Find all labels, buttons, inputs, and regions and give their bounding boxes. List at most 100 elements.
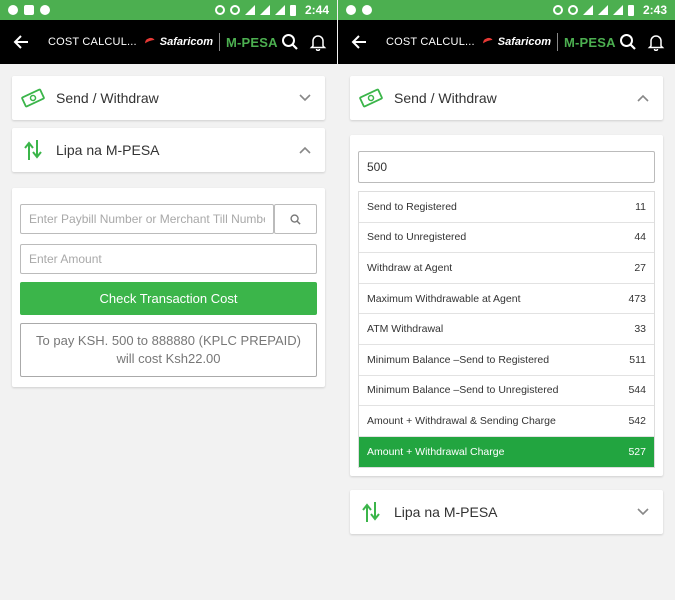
alarm-icon [567, 5, 578, 15]
charge-row[interactable]: Maximum Withdrawable at Agent 473 [359, 284, 654, 315]
lipa-header[interactable]: Lipa na M-PESA [12, 128, 325, 172]
status-time: 2:43 [642, 3, 667, 17]
amount-input[interactable]: 500 [358, 151, 655, 183]
charge-row[interactable]: Minimum Balance –Send to Registered 511 [359, 345, 654, 376]
send-withdraw-section: Send / Withdraw [350, 76, 663, 120]
lipa-label: Lipa na M-PESA [394, 504, 498, 521]
charge-value: 511 [629, 353, 646, 366]
charge-label: Amount + Withdrawal Charge [367, 446, 505, 459]
charge-value: 44 [634, 231, 646, 244]
search-icon [282, 34, 298, 50]
paybill-input[interactable] [20, 204, 275, 234]
charges-list: Send to Registered 11 Send to Unregistered… [358, 191, 655, 469]
charge-label: Minimum Balance –Send to Unregistered [367, 384, 559, 397]
lipa-label: Lipa na M-PESA [56, 142, 160, 158]
transfer-arrows-icon [358, 499, 384, 525]
charge-label: Withdraw at Agent [367, 261, 453, 274]
check-transaction-cost-button[interactable]: Check Transaction Cost [20, 282, 317, 315]
app-bar: COST CALCUL... Safaricom M-PESA [0, 20, 337, 64]
battery-icon [289, 4, 296, 16]
charge-row[interactable]: Withdraw at Agent 27 [359, 253, 654, 284]
charge-row[interactable]: Amount + Withdrawal & Sending Charge 542 [359, 406, 654, 437]
money-icon [358, 85, 384, 111]
dnd-icon [214, 5, 225, 15]
charge-value: 473 [628, 292, 646, 305]
signal-icon [597, 5, 608, 15]
safaricom-logo: Safaricom [497, 36, 551, 48]
lipa-section: Lipa na M-PESA [350, 490, 663, 535]
send-withdraw-label: Send / Withdraw [394, 90, 497, 106]
send-withdraw-header[interactable]: Send / Withdraw [12, 76, 325, 120]
charge-value: 542 [628, 414, 646, 427]
chevron-up-icon [297, 142, 313, 158]
search-icon [620, 34, 636, 50]
dnd-icon [552, 5, 563, 15]
charge-label: Send to Registered [367, 200, 457, 213]
charge-value: 33 [634, 323, 646, 336]
page-title: COST CALCUL... [386, 36, 475, 48]
charge-label: Send to Unregistered [367, 231, 467, 244]
charge-value: 527 [628, 446, 646, 459]
charge-row[interactable]: Send to Registered 11 [359, 192, 654, 223]
transfer-arrows-icon [20, 137, 46, 163]
back-button[interactable] [8, 29, 34, 55]
chevron-up-icon [635, 90, 651, 106]
send-withdraw-section: Send / Withdraw [12, 76, 325, 120]
battery-icon [627, 4, 634, 16]
charge-row[interactable]: Send to Unregistered 44 [359, 223, 654, 254]
lipa-section: Lipa na M-PESA [12, 128, 325, 172]
signal-icon-2 [612, 5, 623, 15]
charge-value: 27 [634, 261, 646, 274]
charge-row[interactable]: ATM Withdrawal 33 [359, 314, 654, 345]
brand-logo: Safaricom M-PESA [481, 33, 616, 51]
app-bar: COST CALCUL... Safaricom M-PESA [338, 20, 675, 64]
send-withdraw-panel: 500 Send to Registered 11 Send to Unregist… [350, 135, 663, 477]
send-withdraw-header[interactable]: Send / Withdraw [350, 76, 663, 120]
mpesa-logo: M-PESA [564, 34, 616, 50]
arrow-left-icon [351, 35, 366, 49]
status-time: 2:44 [304, 3, 329, 17]
charge-value: 544 [628, 384, 646, 397]
amount-input[interactable] [20, 244, 317, 274]
bell-icon [309, 35, 327, 51]
notifications-button[interactable] [645, 31, 667, 53]
bell-icon [647, 35, 665, 51]
wifi-icon [244, 5, 255, 15]
paybill-search-button[interactable] [274, 204, 317, 234]
charge-label: Maximum Withdrawable at Agent [367, 292, 521, 305]
result-line-1: To pay KSH. 500 to 888880 (KPLC PREPAID) [36, 333, 301, 348]
result-line-2: will cost Ksh22.00 [116, 351, 221, 366]
status-bar: 2:43 [338, 0, 675, 20]
brand-logo: Safaricom M-PESA [143, 33, 278, 51]
lipa-panel: Check Transaction Cost To pay KSH. 500 t… [12, 188, 325, 387]
spotify-icon [346, 5, 356, 15]
charge-label: Amount + Withdrawal & Sending Charge [367, 414, 556, 427]
back-button[interactable] [346, 29, 372, 55]
search-button[interactable] [279, 31, 301, 53]
safaricom-swoosh-icon [143, 36, 156, 48]
charge-label: ATM Withdrawal [367, 323, 444, 336]
charge-value: 11 [635, 200, 646, 213]
lipa-header[interactable]: Lipa na M-PESA [350, 490, 663, 534]
transaction-result: To pay KSH. 500 to 888880 (KPLC PREPAID)… [20, 323, 317, 377]
mpesa-logo: M-PESA [226, 34, 278, 50]
safaricom-swoosh-icon [481, 36, 494, 48]
money-icon [20, 85, 46, 111]
notifications-button[interactable] [307, 31, 329, 53]
charge-label: Minimum Balance –Send to Registered [367, 353, 550, 366]
send-withdraw-label: Send / Withdraw [56, 90, 159, 106]
charge-row[interactable]: Minimum Balance –Send to Unregistered 544 [359, 376, 654, 407]
safaricom-logo: Safaricom [159, 36, 213, 48]
whatsapp-icon [40, 5, 50, 15]
page-title: COST CALCUL... [48, 36, 137, 48]
status-bar: 2:44 [0, 0, 337, 20]
chevron-down-icon [297, 90, 313, 106]
left-screen: 2:44 COST CALCUL... Safaricom M-PESA Sen… [0, 0, 337, 600]
charge-row[interactable]: Amount + Withdrawal Charge 527 [359, 436, 654, 468]
signal-icon-2 [274, 5, 285, 15]
whatsapp-icon [362, 5, 372, 15]
right-screen: 2:43 COST CALCUL... Safaricom M-PESA Sen… [338, 0, 675, 600]
search-icon [290, 213, 301, 225]
search-button[interactable] [617, 31, 639, 53]
wifi-icon [582, 5, 593, 15]
